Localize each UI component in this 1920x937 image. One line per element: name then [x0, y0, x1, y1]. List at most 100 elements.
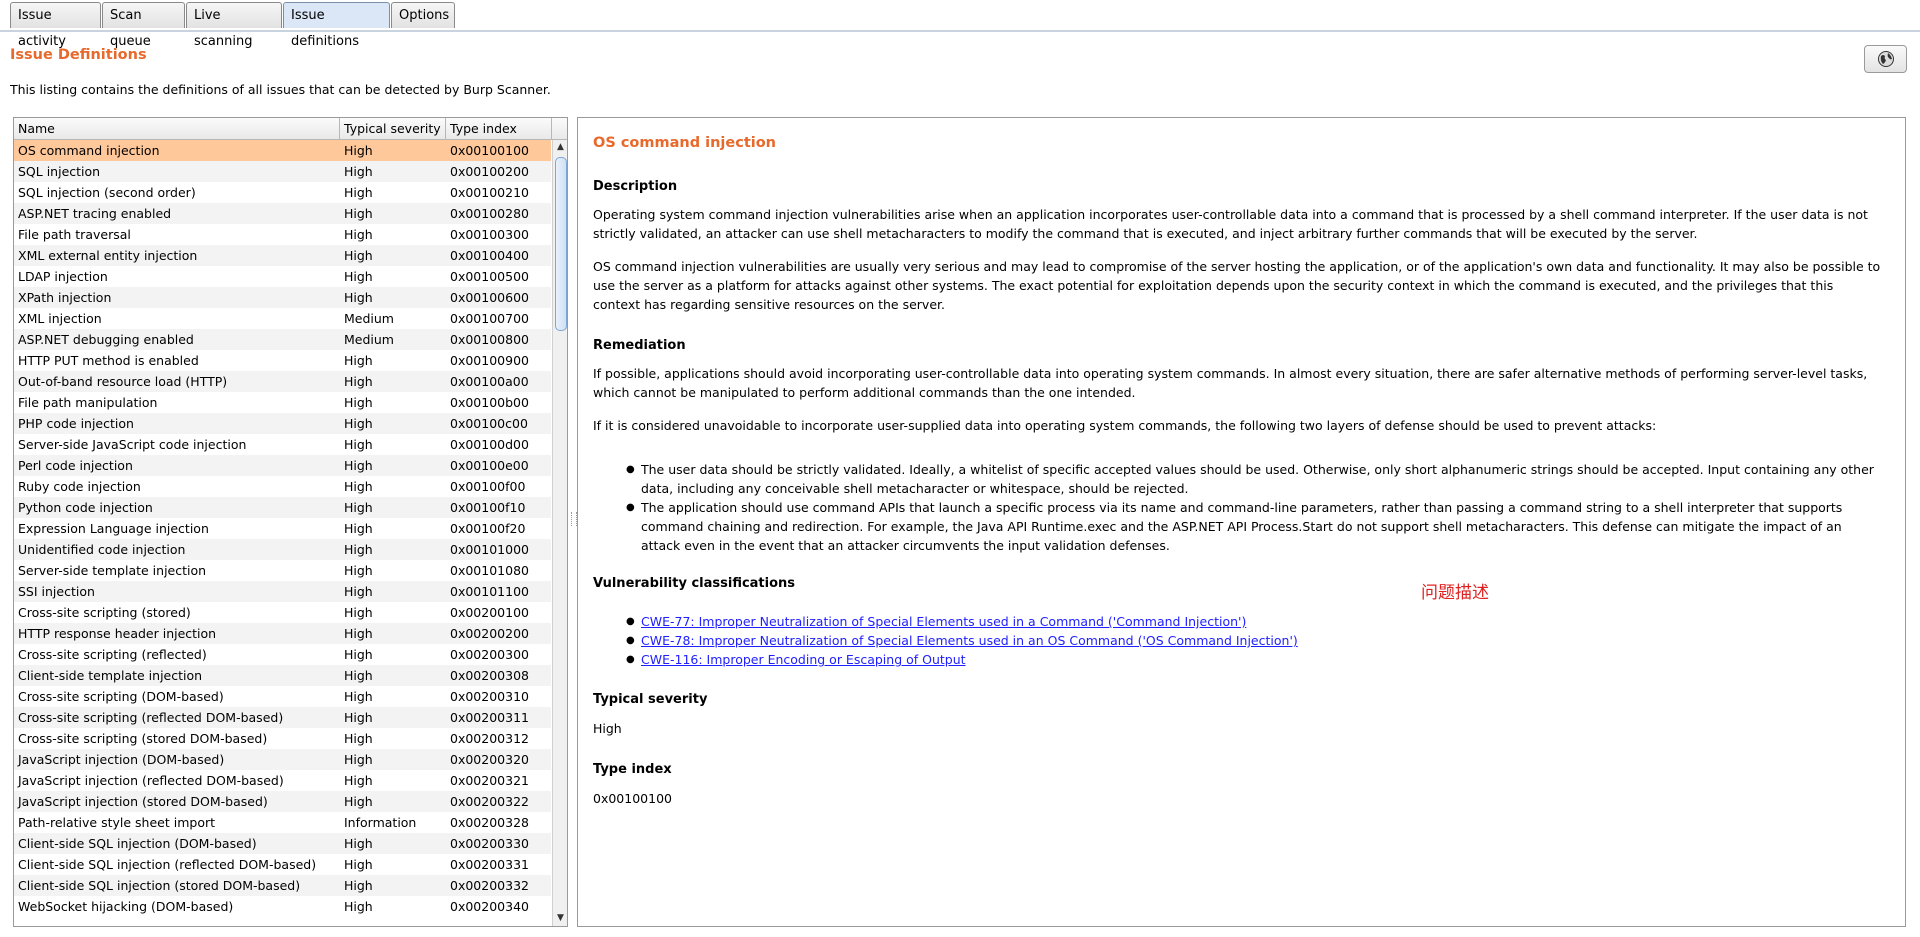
- tab-options[interactable]: Options: [391, 2, 455, 28]
- list-item: The application should use command APIs …: [626, 498, 1883, 555]
- table-row[interactable]: Server-side template injection High 0x0010…: [14, 560, 551, 581]
- table-scrollbar[interactable]: ▲ ▼: [552, 140, 567, 926]
- table-row[interactable]: Cross-site scripting (stored) High 0x00200…: [14, 602, 551, 623]
- table-row[interactable]: Client-side SQL injection (reflected DOM…: [14, 854, 551, 875]
- table-row[interactable]: Out-of-band resource load (HTTP) High 0x00…: [14, 371, 551, 392]
- column-header-severity[interactable]: Typical severity: [340, 118, 446, 139]
- issue-name-cell: SQL injection (second order): [18, 185, 196, 200]
- type-index-cell: 0x00100100: [450, 143, 529, 158]
- cwe-78-link[interactable]: CWE-78: Improper Neutralization of Speci…: [641, 633, 1298, 648]
- issue-name-cell: XML injection: [18, 311, 102, 326]
- issue-name-cell: Perl code injection: [18, 458, 133, 473]
- table-row[interactable]: Client-side SQL injection (DOM-based) Hig…: [14, 833, 551, 854]
- table-row[interactable]: Path-relative style sheet import Informat…: [14, 812, 551, 833]
- table-row[interactable]: Cross-site scripting (reflected DOM-base…: [14, 707, 551, 728]
- type-index-cell: 0x00100f00: [450, 479, 526, 494]
- table-row[interactable]: XML injection Medium 0x00100700: [14, 308, 551, 329]
- cwe-77-link[interactable]: CWE-77: Improper Neutralization of Speci…: [641, 614, 1246, 629]
- type-index-cell: 0x00200308: [450, 668, 529, 683]
- table-row[interactable]: OS command injection High 0x00100100: [14, 140, 551, 161]
- issue-name-cell: JavaScript injection (stored DOM-based): [18, 794, 268, 809]
- annotation-label: 问题描述: [1421, 583, 1489, 603]
- table-row[interactable]: File path traversal High 0x00100300: [14, 224, 551, 245]
- type-index-cell: 0x00100500: [450, 269, 529, 284]
- issue-name-cell: Out-of-band resource load (HTTP): [18, 374, 228, 389]
- type-index-cell: 0x00200100: [450, 605, 529, 620]
- remediation-paragraph-2: If it is considered unavoidable to incor…: [593, 418, 1657, 433]
- page-description: This listing contains the definitions of…: [10, 82, 551, 97]
- table-row[interactable]: SQL injection (second order) High 0x001002…: [14, 182, 551, 203]
- table-row[interactable]: Cross-site scripting (DOM-based) High 0x00…: [14, 686, 551, 707]
- type-index-cell: 0x00101000: [450, 542, 529, 557]
- table-row[interactable]: HTTP PUT method is enabled High 0x00100900: [14, 350, 551, 371]
- tab-scan-queue[interactable]: Scan queue: [102, 2, 185, 49]
- table-row[interactable]: JavaScript injection (reflected DOM-base…: [14, 770, 551, 791]
- table-row[interactable]: Ruby code injection High 0x00100f00: [14, 476, 551, 497]
- table-row[interactable]: LDAP injection High 0x00100500: [14, 266, 551, 287]
- table-row[interactable]: Unidentified code injection High 0x0010100…: [14, 539, 551, 560]
- issue-name-cell: XPath injection: [18, 290, 112, 305]
- severity-cell: High: [344, 437, 373, 452]
- table-row[interactable]: Expression Language injection High 0x00100…: [14, 518, 551, 539]
- type-index-value: 0x00100100: [593, 791, 672, 806]
- issue-name-cell: Path-relative style sheet import: [18, 815, 216, 830]
- type-index-cell: 0x00200321: [450, 773, 529, 788]
- list-item: The user data should be strictly validat…: [626, 460, 1883, 498]
- table-row[interactable]: Perl code injection High 0x00100e00: [14, 455, 551, 476]
- issue-definitions-table: Name Typical severity Type index OS comm…: [13, 117, 568, 927]
- type-index-cell: 0x00100900: [450, 353, 529, 368]
- cwe-116-link[interactable]: CWE-116: Improper Encoding or Escaping o…: [641, 652, 966, 667]
- globe-button[interactable]: [1864, 45, 1907, 73]
- issue-name-cell: Server-side template injection: [18, 563, 207, 578]
- arrow-up-icon[interactable]: ▲: [553, 140, 567, 155]
- severity-cell: High: [344, 752, 373, 767]
- issue-name-cell: HTTP PUT method is enabled: [18, 353, 199, 368]
- table-row[interactable]: SQL injection High 0x00100200: [14, 161, 551, 182]
- table-row[interactable]: JavaScript injection (DOM-based) High 0x00…: [14, 749, 551, 770]
- table-row[interactable]: XML external entity injection High 0x00100…: [14, 245, 551, 266]
- issue-name-cell: Cross-site scripting (reflected DOM-base…: [18, 710, 284, 725]
- issue-name-cell: Cross-site scripting (stored): [18, 605, 191, 620]
- issue-name-cell: Ruby code injection: [18, 479, 141, 494]
- issue-name-cell: File path traversal: [18, 227, 131, 242]
- table-row[interactable]: ASP.NET debugging enabled Medium 0x0010080…: [14, 329, 551, 350]
- issue-name-cell: Unidentified code injection: [18, 542, 186, 557]
- table-row[interactable]: PHP code injection High 0x00100c00: [14, 413, 551, 434]
- table-row[interactable]: HTTP response header injection High 0x0020…: [14, 623, 551, 644]
- severity-heading: Typical severity: [593, 692, 708, 707]
- scrollbar-thumb[interactable]: [555, 157, 567, 331]
- type-index-cell: 0x00200331: [450, 857, 529, 872]
- tab-issue-definitions[interactable]: Issue definitions: [283, 2, 390, 49]
- arrow-down-icon[interactable]: ▼: [553, 911, 567, 926]
- type-index-cell: 0x00100300: [450, 227, 529, 242]
- tab-bar: Issue activity Scan queue Live scanning …: [0, 0, 1920, 49]
- table-row[interactable]: Python code injection High 0x00100f10: [14, 497, 551, 518]
- severity-cell: High: [344, 248, 373, 263]
- column-header-name[interactable]: Name: [14, 118, 340, 139]
- remediation-heading: Remediation: [593, 338, 686, 353]
- issue-name-cell: JavaScript injection (DOM-based): [18, 752, 225, 767]
- issue-name-cell: JavaScript injection (reflected DOM-base…: [18, 773, 284, 788]
- type-index-cell: 0x00100800: [450, 332, 529, 347]
- severity-cell: High: [344, 563, 373, 578]
- tab-issue-activity[interactable]: Issue activity: [10, 2, 101, 49]
- table-row[interactable]: XPath injection High 0x00100600: [14, 287, 551, 308]
- tab-live-scanning[interactable]: Live scanning: [186, 2, 282, 49]
- issue-name-cell: Client-side SQL injection (stored DOM-ba…: [18, 878, 301, 893]
- table-row[interactable]: Cross-site scripting (stored DOM-based) H…: [14, 728, 551, 749]
- table-row[interactable]: Server-side JavaScript code injection Hig…: [14, 434, 551, 455]
- table-row[interactable]: ASP.NET tracing enabled High 0x00100280: [14, 203, 551, 224]
- table-row[interactable]: Client-side template injection High 0x0020…: [14, 665, 551, 686]
- column-header-type-index[interactable]: Type index: [446, 118, 552, 139]
- table-row[interactable]: SSI injection High 0x00101100: [14, 581, 551, 602]
- description-paragraph-1: Operating system command injection vulne…: [593, 207, 1868, 241]
- pane-splitter[interactable]: [569, 117, 577, 927]
- table-header: Name Typical severity Type index: [14, 118, 567, 140]
- table-row[interactable]: File path manipulation High 0x00100b00: [14, 392, 551, 413]
- table-row[interactable]: JavaScript injection (stored DOM-based) H…: [14, 791, 551, 812]
- globe-icon: [1877, 51, 1894, 67]
- table-row[interactable]: Client-side SQL injection (stored DOM-ba…: [14, 875, 551, 896]
- table-row[interactable]: Cross-site scripting (reflected) High 0x00…: [14, 644, 551, 665]
- list-item: CWE-116: Improper Encoding or Escaping o…: [626, 650, 1883, 669]
- table-row[interactable]: WebSocket hijacking (DOM-based) High 0x002…: [14, 896, 551, 917]
